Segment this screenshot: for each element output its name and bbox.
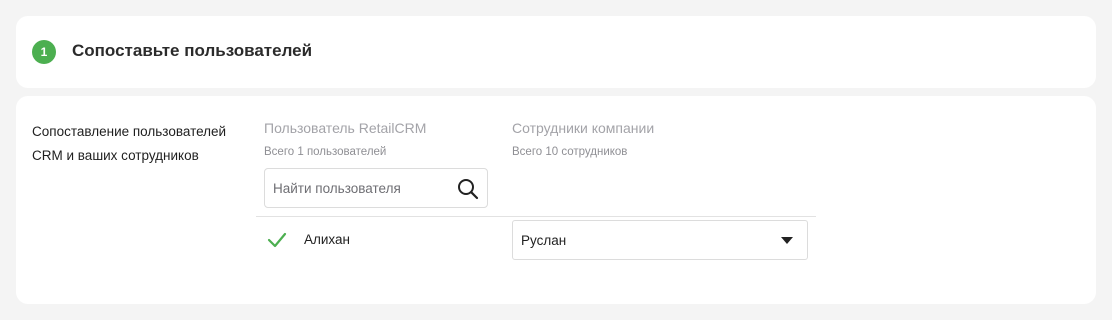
company-employees-count: Всего 10 сотрудников [512, 146, 628, 158]
table-divider [256, 216, 816, 217]
chevron-down-icon[interactable] [781, 237, 793, 244]
search-placeholder: Найти пользователя [273, 181, 401, 196]
search-icon[interactable] [457, 178, 479, 200]
step-title: Сопоставьте пользователей [72, 41, 313, 60]
step-number-badge: 1 [32, 40, 56, 64]
retailcrm-user-name: Алихан [304, 232, 350, 247]
company-employees-column-header: Сотрудники компании [512, 120, 655, 136]
retailcrm-user-count: Всего 1 пользователей [264, 146, 387, 158]
step-card: 1 Сопоставьте пользователей [16, 16, 1096, 88]
user-search-input[interactable]: Найти пользователя [264, 168, 488, 208]
user-mapping-card: Сопоставление пользователей CRM и ваших … [16, 96, 1096, 304]
retailcrm-user-column-header: Пользователь RetailCRM [264, 120, 427, 136]
employee-select[interactable]: Руслан [512, 220, 808, 260]
check-icon [267, 232, 287, 248]
employee-selected-value: Руслан [521, 233, 567, 248]
mapping-description: Сопоставление пользователей CRM и ваших … [32, 124, 227, 163]
